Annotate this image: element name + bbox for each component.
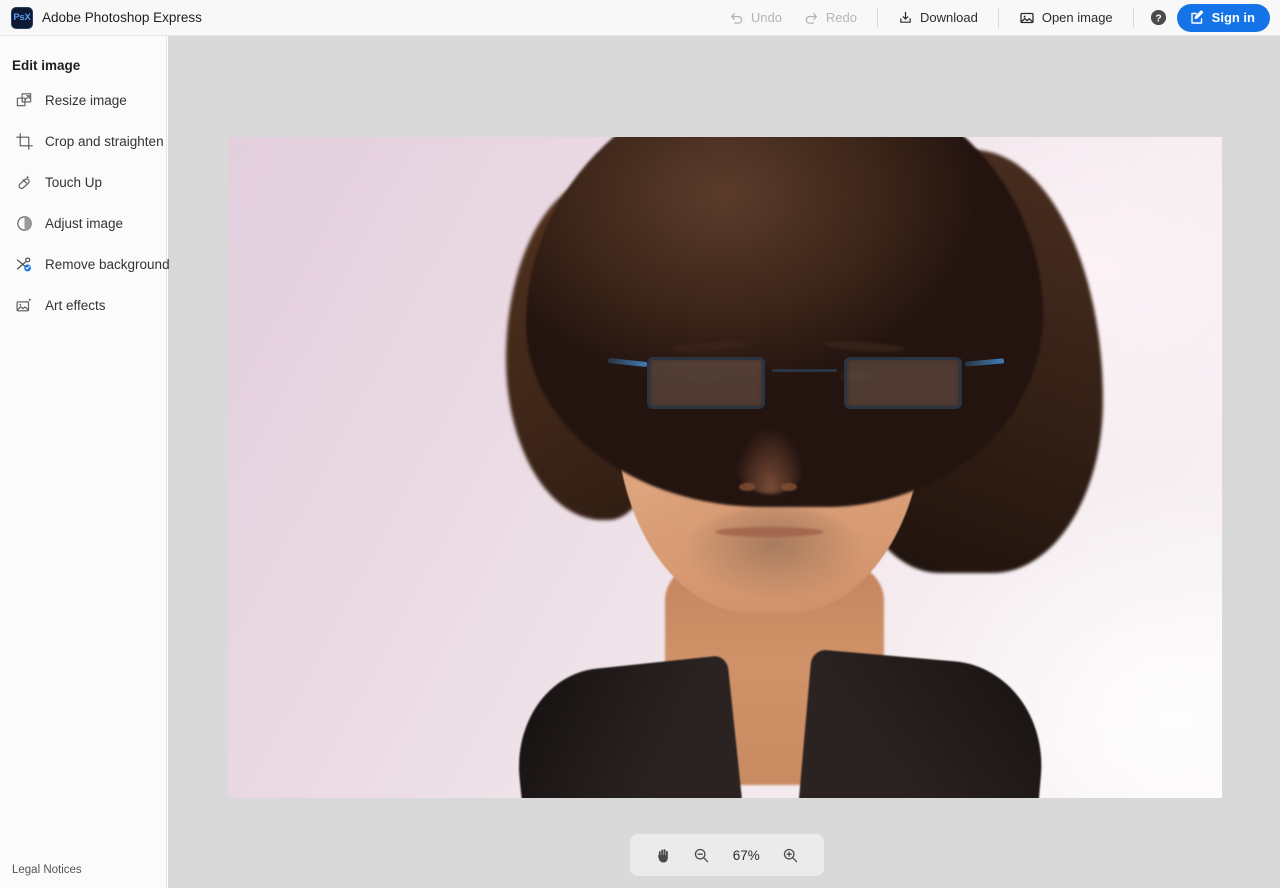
header-divider [1133,8,1134,28]
open-image-label: Open image [1042,10,1113,25]
sidebar-item-art-effects[interactable]: Art effects [0,290,166,320]
open-image-button[interactable]: Open image [1008,4,1124,32]
help-icon: ? [1150,9,1167,26]
header-divider [877,8,878,28]
zoom-out-button[interactable] [689,842,715,868]
legal-notices-link[interactable]: Legal Notices [12,864,82,876]
sign-in-label: Sign in [1212,10,1255,25]
app-header: PsX Adobe Photoshop Express Undo Redo [0,0,1280,36]
download-icon [898,10,913,25]
touch-up-icon [14,172,34,192]
sidebar-item-label: Touch Up [45,175,102,190]
sidebar-item-label: Crop and straighten [45,134,164,149]
zoom-in-icon [782,847,799,864]
glasses-lens-right [844,357,962,409]
sidebar-item-resize-image[interactable]: Resize image [0,85,166,115]
zoom-toolbar: 67% [630,834,824,876]
sidebar-heading: Edit image [0,36,166,73]
sidebar-item-label: Remove background [45,257,170,272]
glasses-bridge [772,369,838,373]
zoom-out-icon [693,847,710,864]
edit-pencil-icon [1189,10,1205,26]
remove-background-icon [14,254,34,274]
sidebar-item-remove-background[interactable]: Remove background [0,249,166,279]
download-button[interactable]: Download [887,4,989,32]
app-title: Adobe Photoshop Express [42,10,202,25]
download-label: Download [920,10,978,25]
undo-icon [729,10,744,25]
sidebar-item-label: Resize image [45,93,127,108]
canvas-area[interactable]: 67% [168,36,1280,888]
edited-image[interactable] [228,137,1222,798]
sidebar-item-crop-and-straighten[interactable]: Crop and straighten [0,126,166,156]
photo-nostril-right [781,483,797,491]
zoom-in-button[interactable] [778,842,804,868]
photo-stubble [685,507,864,600]
redo-icon [804,10,819,25]
header-divider [998,8,999,28]
svg-text:?: ? [1155,13,1161,24]
hand-icon [655,847,672,864]
sign-in-button[interactable]: Sign in [1177,4,1270,32]
open-image-icon [1019,10,1035,26]
sidebar-item-adjust-image[interactable]: Adjust image [0,208,166,238]
sidebar-item-touch-up[interactable]: Touch Up [0,167,166,197]
crop-straighten-icon [14,131,34,151]
resize-image-icon [14,90,34,110]
help-button[interactable]: ? [1146,5,1172,31]
photo-mouth [715,527,824,537]
art-effects-icon [14,295,34,315]
zoom-level-value[interactable]: 67% [727,848,765,863]
sidebar-item-label: Adjust image [45,216,123,231]
sidebar-list: Resize image Crop and straighten Touch U… [0,85,166,320]
undo-button[interactable]: Undo [718,4,793,32]
logo-text: PsX [13,13,30,23]
header-actions: Undo Redo Download [718,0,1280,36]
brand: PsX Adobe Photoshop Express [0,7,202,29]
sidebar-item-label: Art effects [45,298,106,313]
hand-tool-button[interactable] [650,842,676,868]
redo-label: Redo [826,10,857,25]
photo-eyeglasses [641,352,969,418]
adjust-image-icon [14,213,34,233]
redo-button[interactable]: Redo [793,4,868,32]
photoshop-express-logo: PsX [11,7,33,29]
sidebar: Edit image Resize image Crop and stra [0,36,167,888]
undo-label: Undo [751,10,782,25]
glasses-lens-left [647,357,765,409]
portrait-photo [228,137,1222,798]
